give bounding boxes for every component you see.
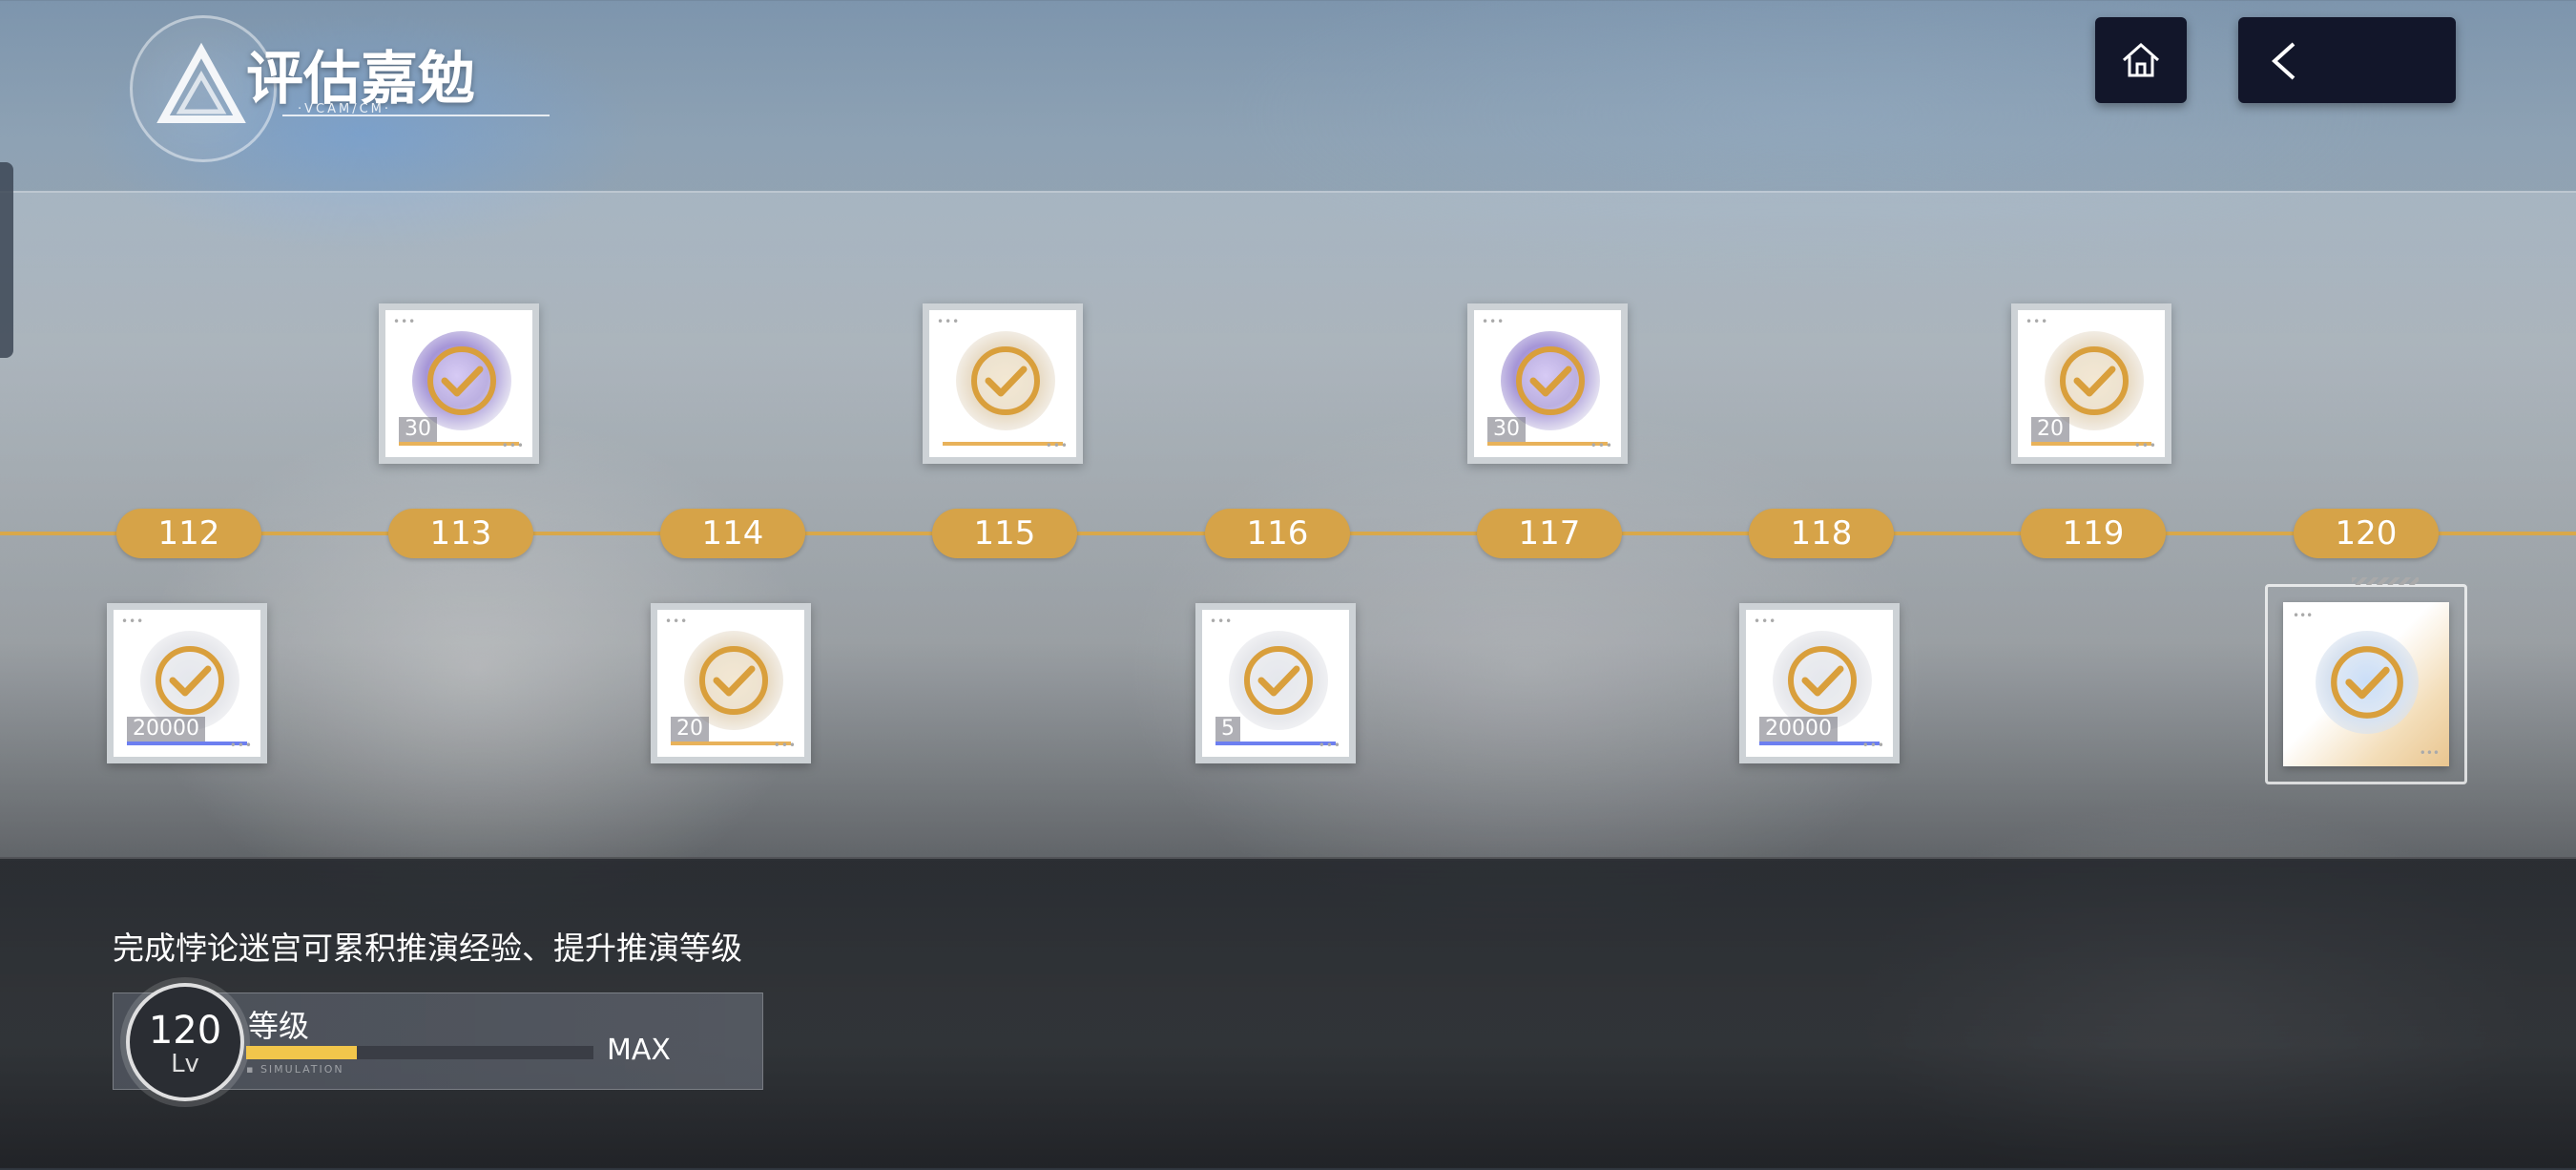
level-node-117: 117 (1477, 509, 1622, 558)
reward-quantity: 5 (1215, 717, 1240, 742)
exp-caption: ▪ SIMULATION (246, 1063, 344, 1076)
check-icon (2331, 646, 2403, 719)
reward-card-116[interactable]: ••• 5 ••• (1195, 603, 1356, 763)
reward-quantity: 20000 (127, 717, 205, 742)
card-dots: ••• (937, 315, 961, 328)
reward-quantity: 20 (2031, 417, 2069, 442)
check-icon (1516, 346, 1585, 415)
reward-quantity: 30 (399, 417, 437, 442)
card-dots: ••• (121, 615, 145, 628)
home-icon (2123, 42, 2159, 77)
level-node-113: 113 (388, 509, 533, 558)
exp-progress-bar (246, 1046, 593, 1059)
reward-card-118[interactable]: ••• 20000 ••• (1739, 603, 1900, 763)
level-label: 等级 (248, 1008, 310, 1044)
card-dots: ••• (1210, 615, 1234, 628)
card-dots: ••• (501, 439, 525, 452)
check-icon (699, 646, 768, 715)
card-dots: ••• (1045, 439, 1069, 452)
home-button[interactable] (2095, 17, 2187, 103)
max-label: MAX (607, 1034, 671, 1067)
level-node-115: 115 (932, 509, 1077, 558)
back-button[interactable] (2238, 17, 2456, 103)
card-dots: ••• (1861, 739, 1885, 752)
triangle-logo-icon (156, 42, 246, 123)
level-node-116: 116 (1205, 509, 1350, 558)
card-dots: ••• (1754, 615, 1777, 628)
level-node-119: 119 (2021, 509, 2166, 558)
reward-card-113[interactable]: ••• 30 ••• (379, 303, 539, 464)
special-reward-inner: ••• ••• (2283, 602, 2449, 766)
check-icon (1244, 646, 1313, 715)
card-dots: ••• (393, 315, 417, 328)
reward-quantity: 30 (1487, 417, 1526, 442)
card-dots: ••• (2025, 315, 2049, 328)
level-node-120: 120 (2294, 509, 2439, 558)
check-icon (1788, 646, 1857, 715)
card-dots: ••• (229, 739, 253, 752)
check-icon (427, 346, 496, 415)
chevron-left-icon (2272, 42, 2296, 80)
check-icon (971, 346, 1040, 415)
side-drawer-tab[interactable] (0, 162, 13, 358)
reward-card-117[interactable]: ••• 30 ••• (1467, 303, 1628, 464)
reward-card-114[interactable]: ••• 20 ••• (651, 603, 811, 763)
reward-card-120[interactable]: ••• ••• (2265, 577, 2467, 784)
reward-quantity: 20000 (1759, 717, 1838, 742)
card-dots: ••• (2293, 609, 2314, 622)
progress-hint: 完成悖论迷宫可累积推演经验、提升推演等级 (113, 930, 742, 967)
card-dots: ••• (773, 739, 797, 752)
card-stripe-decoration (2352, 577, 2419, 585)
reward-card-119[interactable]: ••• 20 ••• (2011, 303, 2171, 464)
level-value: 120 (148, 1009, 222, 1053)
level-unit: Lv (171, 1050, 199, 1078)
reward-quantity: 20 (671, 717, 709, 742)
card-dots: ••• (665, 615, 689, 628)
card-dots: ••• (1482, 315, 1506, 328)
reward-card-112[interactable]: ••• 20000 ••• (107, 603, 267, 763)
card-dots: ••• (2419, 746, 2440, 760)
card-dots: ••• (1318, 739, 1341, 752)
reward-card-115[interactable]: ••• ••• (923, 303, 1083, 464)
level-node-118: 118 (1749, 509, 1894, 558)
card-dots: ••• (2133, 439, 2157, 452)
check-icon (2060, 346, 2129, 415)
check-icon (156, 646, 224, 715)
title-underline (282, 115, 550, 116)
card-dots: ••• (1589, 439, 1613, 452)
level-node-114: 114 (660, 509, 805, 558)
level-node-112: 112 (116, 509, 261, 558)
exp-progress-fill (246, 1046, 358, 1059)
